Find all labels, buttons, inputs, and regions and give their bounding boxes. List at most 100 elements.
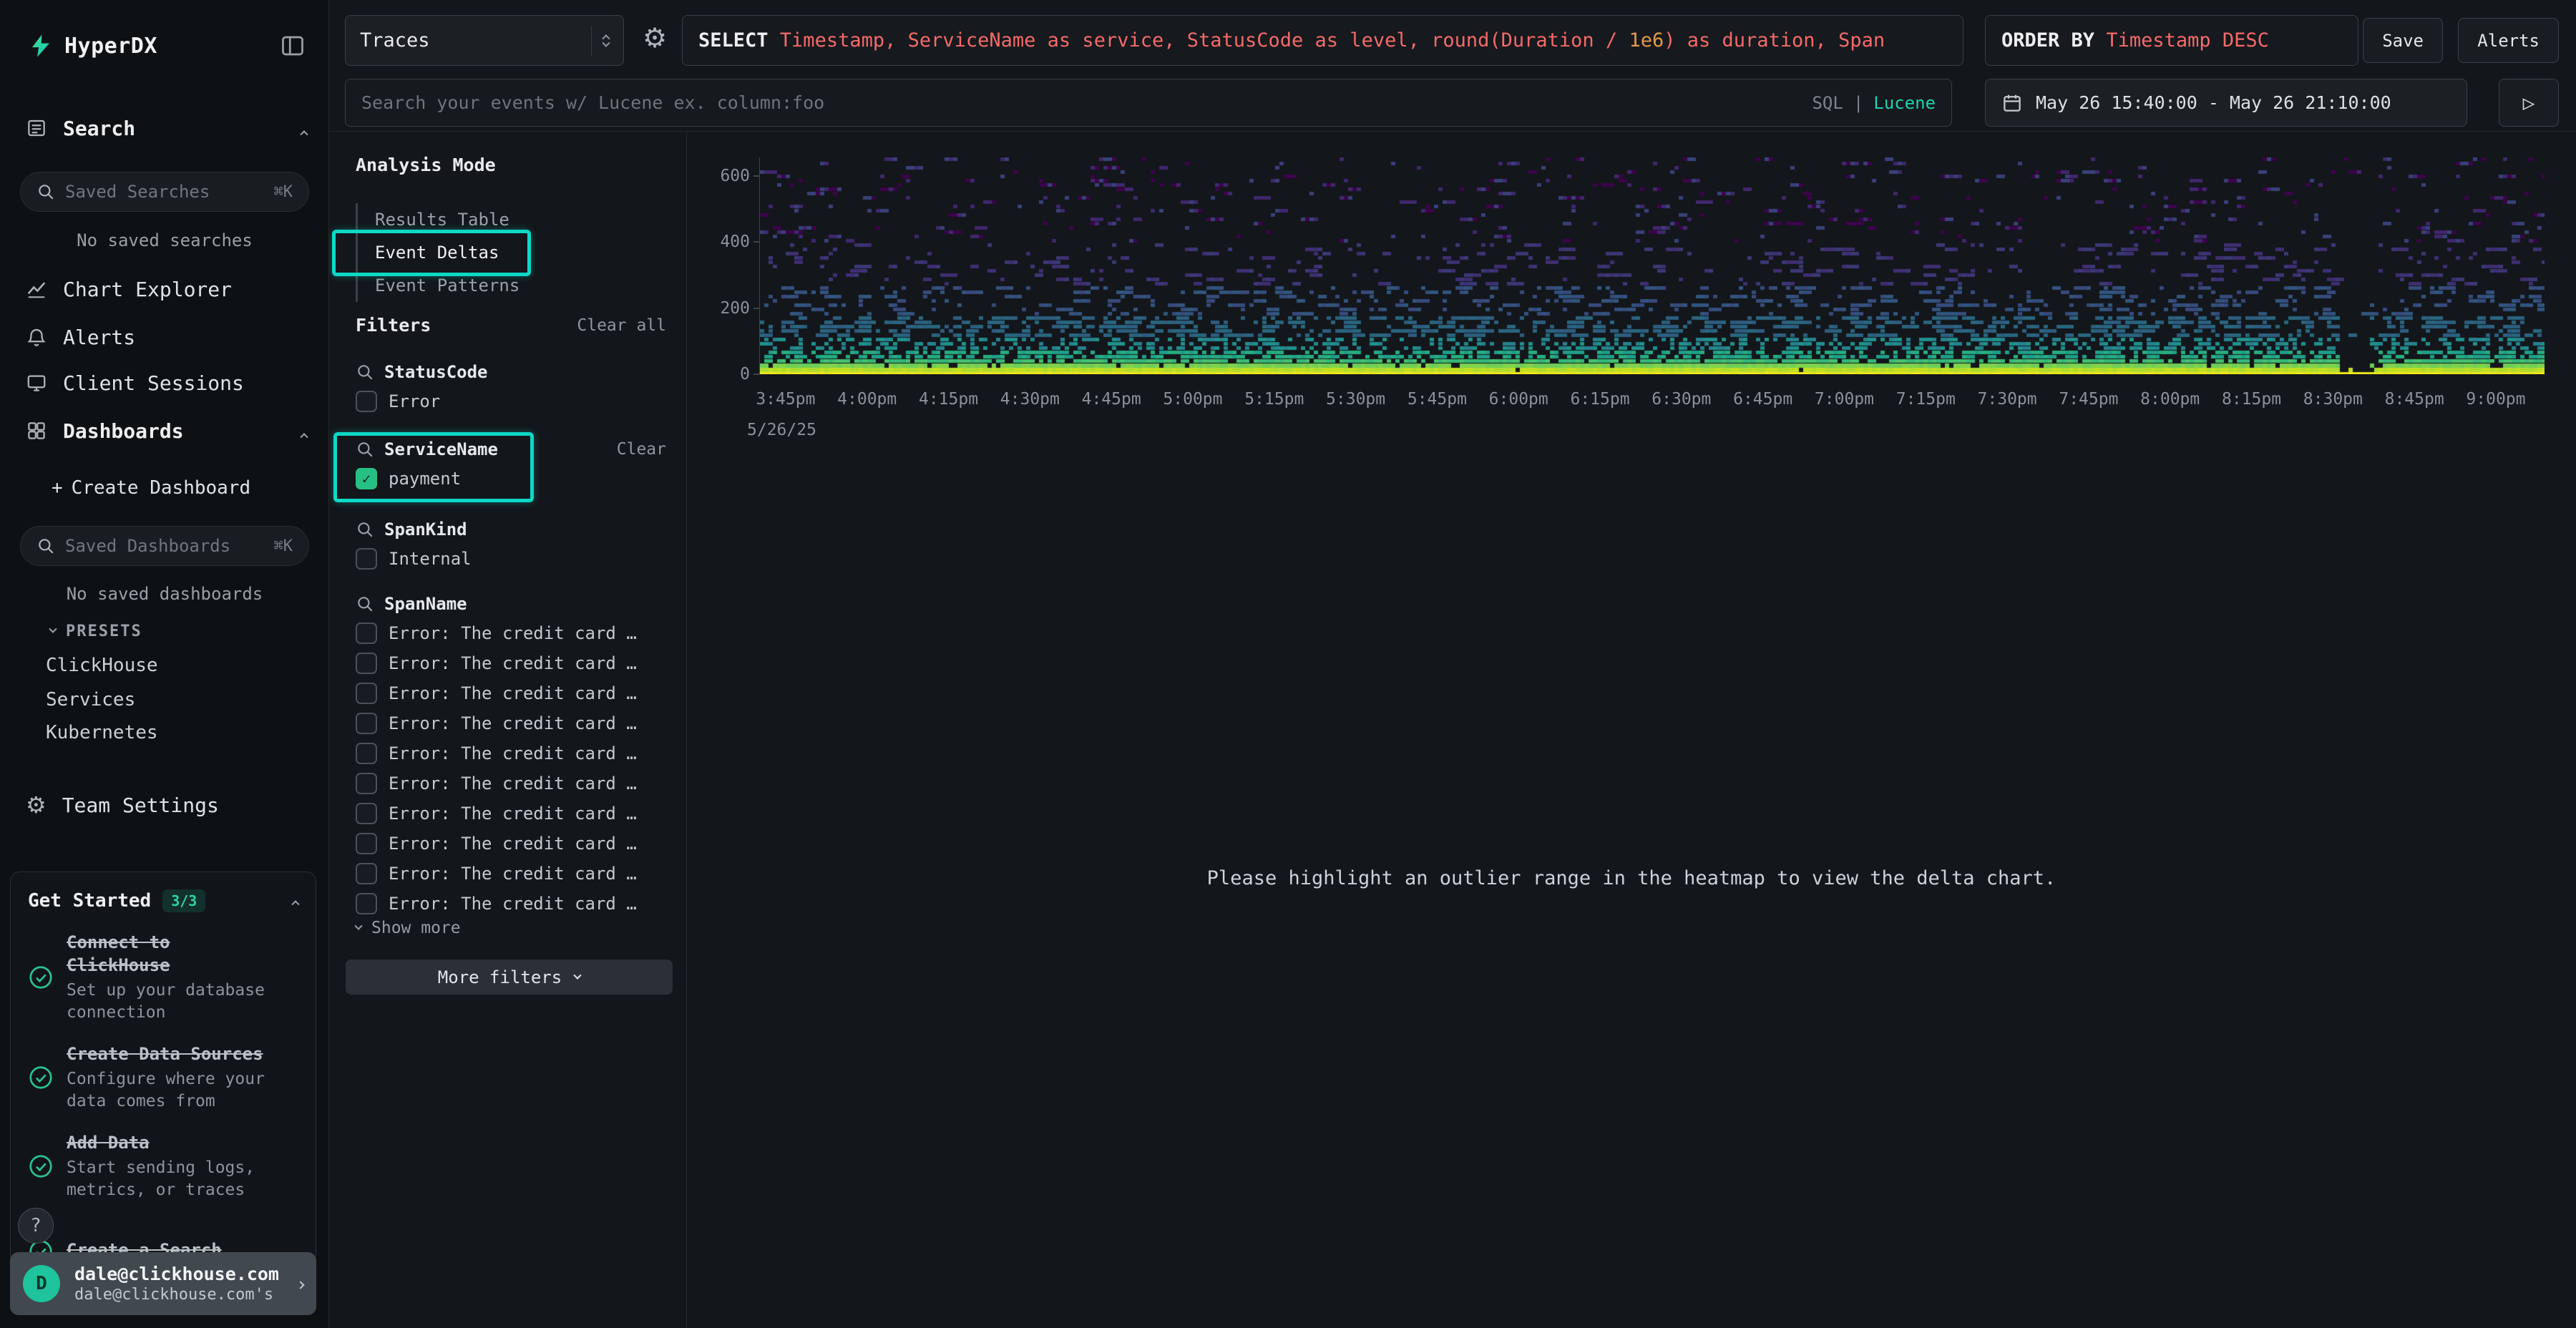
date-range-picker[interactable]: May 26 15:40:00 - May 26 21:10:00 <box>1985 79 2467 127</box>
checkbox[interactable]: ✓ <box>356 863 377 884</box>
checkbox[interactable]: ✓ <box>356 833 377 854</box>
sidebar-item-team-settings[interactable]: ⚙ Team Settings <box>26 785 307 825</box>
create-dashboard-label: Create Dashboard <box>72 477 250 499</box>
get-started-item-sources[interactable]: Create Data Sources Configure where your… <box>28 1043 298 1113</box>
x-tick-label: 5:45pm <box>1397 390 1478 409</box>
sidebar-collapse-icon[interactable] <box>278 33 307 59</box>
create-dashboard-button[interactable]: + Create Dashboard <box>52 472 250 504</box>
preset-clickhouse[interactable]: ClickHouse <box>46 650 158 681</box>
filter-group-statuscode: StatusCode ✓ Error <box>356 358 666 416</box>
x-tick-label: 4:30pm <box>989 390 1070 409</box>
filter-option[interactable]: ✓ Error: The credit card … <box>356 648 666 678</box>
filter-option[interactable]: ✓ Error: The credit card … <box>356 889 666 919</box>
search-input[interactable] <box>361 92 1812 113</box>
chevron-up-icon[interactable] <box>301 419 307 443</box>
analysis-option-event-patterns[interactable]: Event Patterns <box>356 269 663 302</box>
sql-select-input[interactable]: SELECT Timestamp, ServiceName as service… <box>682 15 1963 66</box>
checkbox[interactable]: ✓ <box>356 773 377 794</box>
x-axis-date-label: 5/26/25 <box>747 421 816 439</box>
x-tick-label: 7:00pm <box>1804 390 1885 409</box>
checkbox[interactable]: ✓ <box>356 683 377 704</box>
filter-option[interactable]: ✓ Error: The credit card … <box>356 859 666 889</box>
source-settings-gear-icon[interactable]: ⚙ <box>643 24 667 52</box>
checkbox[interactable]: ✓ <box>356 391 377 412</box>
x-tick-label: 5:15pm <box>1234 390 1315 409</box>
checkbox[interactable]: ✓ <box>356 653 377 674</box>
help-button[interactable]: ? <box>18 1208 54 1244</box>
mode-lucene[interactable]: Lucene <box>1873 93 1936 113</box>
filter-option[interactable]: ✓ Error: The credit card … <box>356 768 666 799</box>
filter-option-label: Error: The credit card … <box>389 713 637 733</box>
filter-option[interactable]: ✓ Error: The credit card … <box>356 678 666 708</box>
analysis-option-results-table[interactable]: Results Table <box>356 203 663 236</box>
checkbox[interactable]: ✓ <box>356 743 377 764</box>
preset-kubernetes[interactable]: Kubernetes <box>46 717 158 748</box>
presets-toggle[interactable]: PRESETS <box>50 617 142 645</box>
saved-searches-field[interactable] <box>65 182 264 202</box>
get-started-item-connect[interactable]: Connect to ClickHouse Set up your databa… <box>28 931 298 1024</box>
lucene-search-box[interactable]: SQL | Lucene <box>345 79 1952 127</box>
get-started-item-desc: Start sending logs, metrics, or traces <box>67 1157 267 1201</box>
get-started-header[interactable]: Get Started 3/3 <box>28 889 298 912</box>
clear-all-link[interactable]: Clear all <box>577 316 666 335</box>
checkbox[interactable]: ✓ <box>356 622 377 644</box>
filter-option[interactable]: ✓ Error: The credit card … <box>356 799 666 829</box>
filter-option[interactable]: ✓ payment <box>356 464 666 494</box>
filter-option[interactable]: ✓ Error: The credit card … <box>356 618 666 648</box>
filter-option-label: Error: The credit card … <box>389 773 637 794</box>
save-button[interactable]: Save <box>2363 18 2443 63</box>
filter-option[interactable]: ✓ Error <box>356 386 666 416</box>
user-email: dale@clickhouse.com <box>74 1264 279 1284</box>
filter-option[interactable]: ✓ Error: The credit card … <box>356 829 666 859</box>
more-filters-button[interactable]: More filters <box>346 960 673 995</box>
search-icon <box>356 520 374 539</box>
get-started-item-title: Create Data Sources <box>67 1043 267 1065</box>
no-saved-dashboards-text: No saved dashboards <box>0 584 329 604</box>
checkbox[interactable]: ✓ <box>356 803 377 824</box>
checkbox[interactable]: ✓ <box>356 548 377 570</box>
source-select-value: Traces <box>360 29 430 52</box>
chevron-up-icon[interactable] <box>293 894 298 908</box>
source-select[interactable]: Traces <box>345 15 624 66</box>
search-section-label: Search <box>63 117 135 140</box>
run-query-button[interactable]: ▷ <box>2499 79 2559 127</box>
filter-option[interactable]: ✓ Error: The credit card … <box>356 738 666 768</box>
sidebar-item-chart-explorer[interactable]: Chart Explorer <box>26 269 307 309</box>
saved-dashboards-input[interactable]: ⌘K <box>20 526 309 566</box>
saved-searches-input[interactable]: ⌘K <box>20 172 309 212</box>
filter-option[interactable]: ✓ Error: The credit card … <box>356 708 666 738</box>
filter-option-label: payment <box>389 469 461 489</box>
show-more-link[interactable]: Show more <box>356 919 461 937</box>
x-tick-label: 6:45pm <box>1722 390 1804 409</box>
sidebar-section-search[interactable]: Search <box>26 108 307 148</box>
filter-group-spanname: SpanName ✓ Error: The credit card … ✓ Er… <box>356 590 666 919</box>
filter-option[interactable]: ✓ Internal <box>356 544 666 574</box>
order-by-input[interactable]: ORDER BY Timestamp DESC <box>1985 15 2358 66</box>
checkbox[interactable]: ✓ <box>356 893 377 914</box>
facet-name: ServiceName <box>384 439 498 459</box>
facet-name: SpanName <box>384 594 467 614</box>
check-icon: ✓ <box>362 470 371 487</box>
saved-dashboards-field[interactable] <box>65 536 264 556</box>
checkbox[interactable]: ✓ <box>356 468 377 489</box>
chevron-down-icon <box>354 922 362 930</box>
filters-title: Filters <box>356 315 431 336</box>
chevron-up-icon[interactable] <box>301 117 307 140</box>
clear-facet-link[interactable]: Clear <box>617 440 666 459</box>
alerts-button[interactable]: Alerts <box>2458 18 2559 63</box>
search-icon <box>36 182 55 201</box>
checkbox[interactable]: ✓ <box>356 713 377 734</box>
mode-sql[interactable]: SQL <box>1812 93 1843 113</box>
search-icon <box>356 595 374 613</box>
filter-option-label: Error: The credit card … <box>389 834 637 854</box>
chevron-down-icon <box>49 625 57 633</box>
analysis-option-event-deltas[interactable]: Event Deltas <box>356 236 663 269</box>
user-menu[interactable]: D dale@clickhouse.com dale@clickhouse.co… <box>10 1252 316 1315</box>
sidebar-item-client-sessions[interactable]: Client Sessions <box>26 363 307 403</box>
preset-services[interactable]: Services <box>46 684 135 716</box>
get-started-item-add-data[interactable]: Add Data Start sending logs, metrics, or… <box>28 1131 298 1201</box>
sidebar-item-alerts[interactable]: Alerts <box>26 317 307 357</box>
filter-panel: Analysis Mode Results Table Event Deltas… <box>329 132 687 1328</box>
duration-heatmap-canvas[interactable] <box>760 157 2545 374</box>
sidebar-section-dashboards[interactable]: Dashboards <box>26 411 307 451</box>
